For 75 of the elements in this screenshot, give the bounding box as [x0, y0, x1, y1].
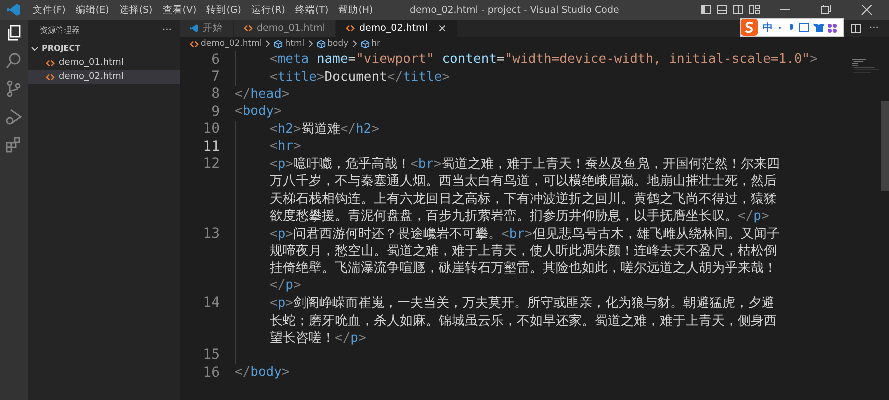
menu-item[interactable]: 编辑(E): [70, 4, 114, 16]
cube-icon: [316, 40, 326, 48]
code-line: 望长咨嗟！</p>: [270, 330, 366, 347]
run-debug-icon[interactable]: [5, 108, 23, 126]
menu-item[interactable]: 终端(T): [290, 4, 334, 16]
ime-mode-label[interactable]: 中: [763, 20, 773, 34]
line-number: 10: [202, 121, 221, 138]
chevron-icon: [265, 40, 272, 48]
editor-tab[interactable]: 开始: [180, 20, 234, 37]
branch-icon[interactable]: [5, 80, 23, 98]
code-line: 长蛇；磨牙吮血，杀人如麻。锦城虽云乐，不如早还家。蜀道之难，难于上青天，侧身西: [270, 312, 777, 330]
code-line: </p>: [270, 278, 302, 294]
menu-item[interactable]: 帮助(H): [334, 4, 378, 16]
folder-section-label[interactable]: PROJECT: [42, 44, 81, 53]
breadcrumb-item[interactable]: body: [316, 39, 349, 49]
code-line: <h2>蜀道难</h2>: [270, 121, 380, 138]
html-file-icon: [46, 72, 55, 82]
html-file-icon: [190, 40, 199, 48]
close-tab-button[interactable]: ×: [438, 22, 448, 35]
code-line: 万八千岁，不与秦塞通人烟。西当太白有鸟道，可以横绝峨眉巅。地崩山摧壮士死，然后: [270, 173, 777, 190]
line-number: 7: [210, 69, 221, 86]
menu-item[interactable]: 转到(G): [202, 4, 246, 16]
cube-icon: [360, 40, 370, 48]
search-icon[interactable]: [5, 52, 23, 70]
html-file-icon: [346, 24, 356, 33]
chevron-icon: [308, 40, 314, 48]
cube-icon: [274, 40, 284, 48]
more-actions-button[interactable]: ···: [162, 25, 172, 36]
line-number: 13: [202, 226, 221, 242]
code-line: 规啼夜月，愁空山。蜀道之难，难于上青天，使人听此凋朱颜！连峰去天不盈尺，枯松倒: [270, 243, 777, 260]
code-line: <body>: [235, 104, 282, 120]
line-number: 8: [210, 86, 221, 102]
code-line: 天梯石栈相钩连。上有六龙回日之高标，下有冲波逆折之回川。黄鹤之飞尚不得过，猿猱: [270, 190, 777, 208]
code-line: 挂倚绝壁。飞湍瀑流争喧豗，砯崖转石万壑雷。其险也如此，嗟尔远道之人胡为乎来哉！: [270, 260, 777, 278]
line-number: 9: [210, 104, 221, 120]
line-number: 11: [202, 138, 221, 155]
sidebar-title: 资源管理器: [40, 25, 80, 36]
breadcrumb-item[interactable]: html: [274, 39, 305, 49]
split-editor-icon[interactable]: [851, 24, 862, 33]
code-line: <p>噫吁嚱，危乎高哉！<br>蜀道之难，难于上青天！蚕丛及鱼凫，开国何茫然！尔来四: [270, 156, 780, 174]
html-file-icon: [244, 24, 253, 33]
html-file-icon: [46, 58, 55, 68]
more-actions-button[interactable]: ···: [869, 23, 879, 34]
menu-item[interactable]: 运行(R): [246, 4, 290, 16]
breadcrumb-item[interactable]: hr: [360, 39, 381, 49]
ime-tools-icon[interactable]: [778, 22, 838, 32]
chevron-icon[interactable]: [31, 44, 39, 52]
code-line: <meta name="viewport" content="width=device-width, initial-scale=1.0">: [270, 52, 818, 68]
code-line: 欲度愁攀援。青泥何盘盘，百步九折萦岩峦。扪参历井仰胁息，以手抚膺坐长叹。</p>: [270, 208, 770, 226]
code-line: </head>: [235, 86, 290, 102]
breadcrumb-item[interactable]: demo_02.html: [190, 39, 262, 49]
app-logo-icon: [190, 24, 199, 33]
code-line: <hr>: [270, 139, 302, 154]
code-line: <title>Document</title>: [270, 70, 450, 85]
line-number: 16: [202, 364, 221, 381]
code-line: <p>剑阁峥嵘而崔嵬，一夫当关，万夫莫开。所守或匪亲，化为狼与豺。朝避猛虎，夕避: [270, 295, 774, 312]
line-number: 6: [210, 52, 221, 68]
editor-tab[interactable]: demo_02.html ×: [336, 20, 458, 37]
menu-item[interactable]: 选择(S): [114, 4, 158, 16]
scrollbar-thumb[interactable]: [881, 101, 889, 191]
editor-tab[interactable]: demo_01.html: [234, 20, 336, 37]
line-number: 15: [202, 347, 221, 364]
app-logo-icon: [7, 3, 21, 17]
line-number: 14: [202, 295, 221, 312]
layout-toggles-icon[interactable]: [701, 5, 761, 15]
menu-item[interactable]: 查看(V): [158, 4, 202, 16]
menu-item[interactable]: 文件(F): [28, 4, 71, 16]
code-line: </body>: [235, 365, 290, 380]
file-item[interactable]: demo_01.html: [28, 56, 180, 70]
extensions-icon[interactable]: [5, 136, 23, 154]
file-item[interactable]: demo_02.html: [28, 70, 180, 84]
window-title: demo_02.html - project - Visual Studio Code: [410, 4, 620, 16]
code-line: <p>问君西游何时还？畏途巉岩不可攀。<br>但见悲鸟号古木，雄飞雌从绕林间。又闻子: [270, 226, 780, 243]
chevron-icon: [352, 40, 358, 48]
line-number: 12: [202, 156, 221, 172]
